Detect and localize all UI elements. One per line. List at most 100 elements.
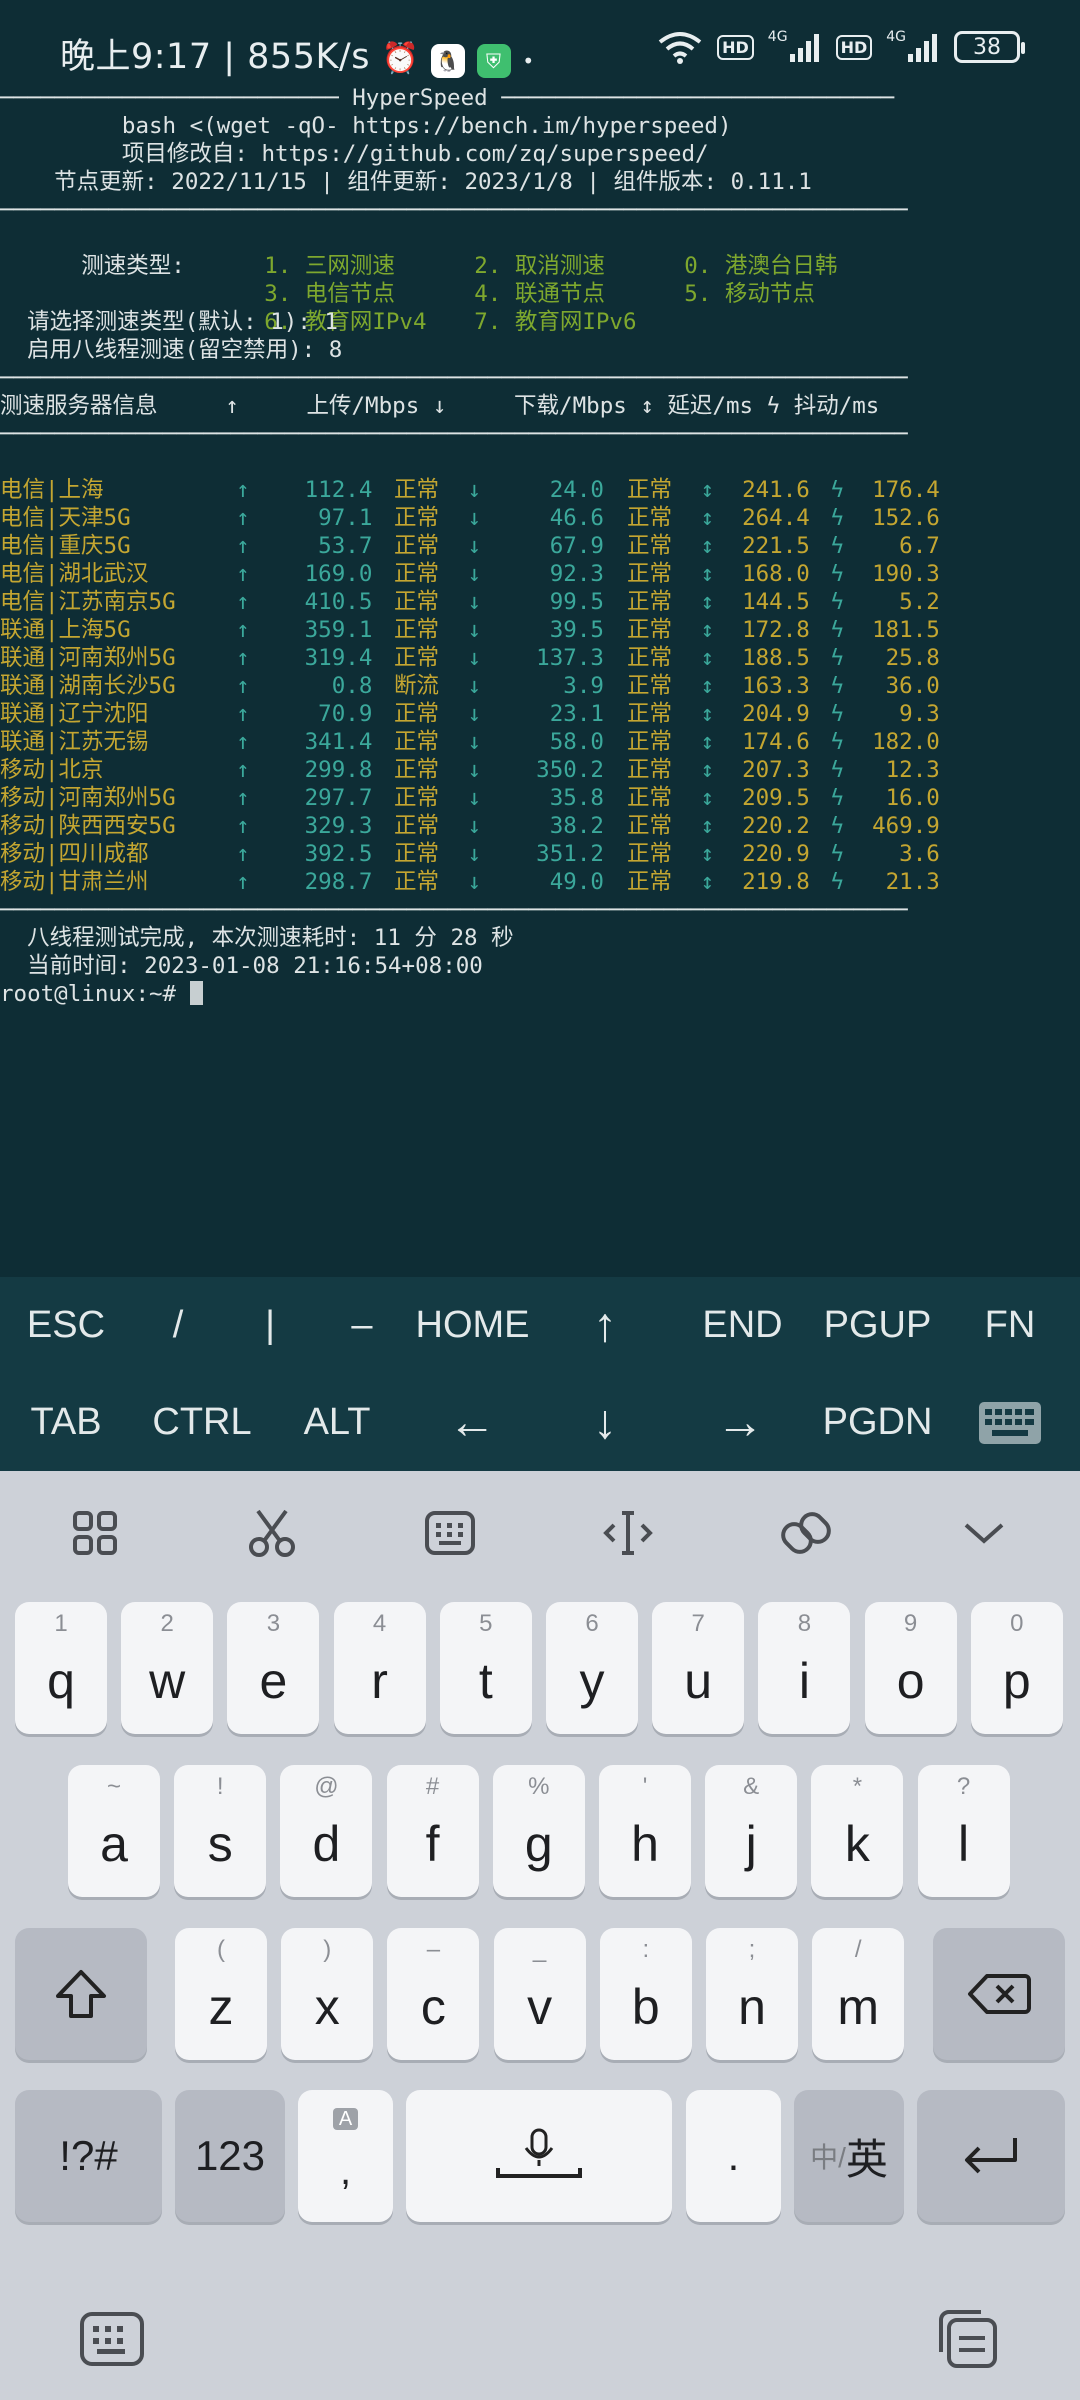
space-key[interactable]	[406, 2090, 672, 2222]
upload-value: 97.1	[264, 505, 373, 531]
terminal-output[interactable]: ───────────────────────── HyperSpeed ───…	[0, 84, 1080, 1274]
tab-key[interactable]: TAB	[0, 1374, 132, 1471]
jitter-icon: ϟ	[817, 757, 845, 783]
upload-status: 正常	[394, 561, 440, 587]
key-a[interactable]: ~ a	[68, 1765, 160, 1897]
collapse-chevron-down-icon[interactable]	[948, 1497, 1020, 1569]
symbols-key[interactable]: !?#	[15, 2090, 162, 2222]
key-y[interactable]: 6y	[546, 1602, 638, 1734]
download-value: 23.1	[482, 701, 604, 727]
download-value: 351.2	[482, 841, 604, 867]
key-i[interactable]: 8i	[758, 1602, 851, 1734]
numbers-key[interactable]: 123	[175, 2090, 285, 2222]
jitter-value: 6.7	[845, 533, 940, 559]
key-hint: 8	[797, 1610, 812, 1637]
arrow-down-key[interactable]: ↓	[545, 1374, 665, 1471]
key-d[interactable]: @ d	[280, 1765, 373, 1897]
scissors-icon[interactable]	[236, 1497, 308, 1569]
keyboard-icon[interactable]	[414, 1497, 486, 1569]
key-b[interactable]: :b	[599, 1928, 692, 2060]
key-v[interactable]: _ v	[493, 1928, 586, 2060]
slash-key[interactable]: /	[132, 1277, 224, 1374]
key-n[interactable]: ; n	[706, 1928, 798, 2060]
upload-status: 正常	[394, 701, 440, 727]
esc-key[interactable]: ESC	[0, 1277, 132, 1374]
arrow-left-key[interactable]: ←	[402, 1374, 542, 1471]
dash-key[interactable]: –	[316, 1277, 408, 1374]
key-label: m	[837, 1979, 880, 2035]
key-r[interactable]: 4r	[333, 1602, 426, 1734]
jitter-value: 9.3	[845, 701, 940, 727]
battery-icon: 38	[954, 31, 1025, 63]
latency-value: 220.2	[715, 813, 810, 839]
key-k[interactable]: * k	[811, 1765, 904, 1897]
shift-key[interactable]	[15, 1928, 147, 2060]
end-key[interactable]: END	[680, 1277, 805, 1374]
key-hint: 5	[479, 1610, 493, 1637]
ctrl-key[interactable]: CTRL	[132, 1374, 272, 1471]
jitter-icon: ϟ	[817, 645, 845, 671]
keyboard-toggle-icon[interactable]	[960, 1374, 1060, 1471]
server-name: 联通|上海5G	[0, 617, 131, 643]
key-q[interactable]: 1q	[15, 1602, 107, 1734]
key-p[interactable]: 0p	[970, 1602, 1063, 1734]
enter-key[interactable]	[917, 2090, 1065, 2222]
download-value: 24.0	[482, 477, 604, 503]
language-switch-key[interactable]: 中/英	[794, 2090, 904, 2222]
key-hint: ;	[748, 1936, 756, 1963]
key-f[interactable]: # f	[386, 1765, 479, 1897]
latency-arrow-icon: ↕	[687, 673, 715, 699]
key-o[interactable]: 9o	[864, 1602, 957, 1734]
backspace-key[interactable]	[933, 1928, 1065, 2060]
clipboard-link-icon[interactable]	[770, 1497, 842, 1569]
upload-arrow-icon: ↑	[236, 757, 250, 783]
upload-value: 329.3	[264, 813, 373, 839]
arrow-up-key[interactable]: ↑	[545, 1277, 665, 1374]
jitter-icon: ϟ	[817, 561, 845, 587]
pipe-key[interactable]: |	[224, 1277, 316, 1374]
apps-grid-icon[interactable]	[59, 1497, 131, 1569]
comma-key[interactable]: A ,	[298, 2090, 393, 2222]
key-hint: 0	[1010, 1610, 1024, 1637]
key-s[interactable]: ! s	[174, 1765, 267, 1897]
jitter-icon: ϟ	[817, 813, 845, 839]
key-c[interactable]: – c	[387, 1928, 480, 2060]
server-name: 电信|天津5G	[0, 505, 131, 531]
key-j[interactable]: & j	[705, 1765, 798, 1897]
key-label: p	[1002, 1653, 1031, 1709]
key-x[interactable]: ) x	[281, 1928, 374, 2060]
home-key[interactable]: HOME	[400, 1277, 545, 1374]
terminal-command: bash <(wget -qO- https://bench.im/hypers…	[0, 113, 732, 139]
arrow-right-key[interactable]: →	[670, 1374, 810, 1471]
text-cursor-icon[interactable]	[592, 1497, 664, 1569]
key-l[interactable]: ? l	[917, 1765, 1010, 1897]
key-hint: ?	[956, 1773, 971, 1800]
clipboard-icon[interactable]	[930, 2303, 1002, 2375]
server-name: 移动|河南郑州5G	[0, 785, 176, 811]
key-m[interactable]: / m	[812, 1928, 905, 2060]
upload-arrow-icon: ↑	[236, 505, 250, 531]
server-name: 电信|湖北武汉	[0, 561, 149, 587]
shell-prompt-line[interactable]: root@linux:~#	[0, 980, 1080, 1008]
server-name: 移动|四川成都	[0, 841, 149, 867]
key-t[interactable]: 5t	[439, 1602, 532, 1734]
key-w[interactable]: 2w	[121, 1602, 214, 1734]
period-key[interactable]: .	[686, 2090, 781, 2222]
pgdn-key[interactable]: PGDN	[805, 1374, 950, 1471]
key-u[interactable]: 7u	[652, 1602, 745, 1734]
key-label: j	[745, 1816, 757, 1872]
pgup-key[interactable]: PGUP	[805, 1277, 950, 1374]
alt-key[interactable]: ALT	[272, 1374, 402, 1471]
jitter-icon: ϟ	[817, 841, 845, 867]
key-h[interactable]: ' h	[599, 1765, 691, 1897]
key-g[interactable]: % g	[492, 1765, 585, 1897]
download-value: 58.0	[482, 729, 604, 755]
key-e[interactable]: 3e	[227, 1602, 320, 1734]
keyboard-switch-icon[interactable]	[76, 2303, 148, 2375]
alarm-icon: ⏰	[381, 41, 420, 76]
key-z[interactable]: (z	[175, 1928, 267, 2060]
fn-key[interactable]: FN	[960, 1277, 1060, 1374]
